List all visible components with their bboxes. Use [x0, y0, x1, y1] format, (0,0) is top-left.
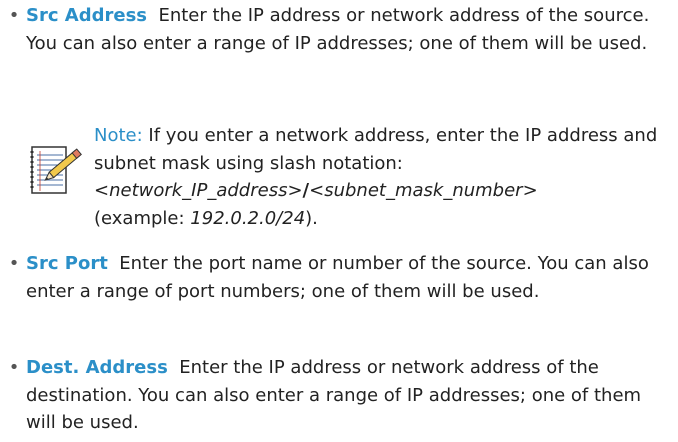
- bullet: •: [8, 5, 20, 26]
- term-dest-address: Dest. Address: [26, 357, 168, 378]
- list-item-dest-address: • Dest. Address Enter the IP address or …: [0, 354, 678, 440]
- term-src-port: Src Port: [26, 253, 108, 274]
- list-item-src-port: • Src Port Enter the port name or number…: [0, 250, 678, 334]
- bullet: •: [8, 357, 20, 378]
- document-page: • Src Address Enter the IP address or ne…: [0, 0, 678, 442]
- example-prefix: (example:: [94, 207, 191, 229]
- desc-src-port: Enter the port name or number of the sou…: [26, 253, 649, 302]
- note-block: Note: If you enter a network address, en…: [94, 122, 664, 232]
- list-item-src-address: • Src Address Enter the IP address or ne…: [0, 2, 678, 112]
- example-suffix: ).: [305, 207, 318, 229]
- note-text: If you enter a network address, enter th…: [94, 125, 658, 174]
- example-value: 192.0.2.0/24: [190, 207, 306, 229]
- list-item-text: Src Address Enter the IP address or netw…: [26, 2, 666, 57]
- term-src-address: Src Address: [26, 5, 147, 26]
- bullet: •: [8, 253, 20, 274]
- syntax-network-ip: <network_IP_address>: [94, 180, 303, 201]
- syntax-subnet-mask: <subnet_mask_number>: [309, 180, 538, 201]
- notepad-pencil-icon: [28, 139, 92, 197]
- list-item-text: Dest. Address Enter the IP address or ne…: [26, 354, 666, 437]
- note-label: Note:: [94, 125, 143, 146]
- list-item-text: Src Port Enter the port name or number o…: [26, 250, 666, 305]
